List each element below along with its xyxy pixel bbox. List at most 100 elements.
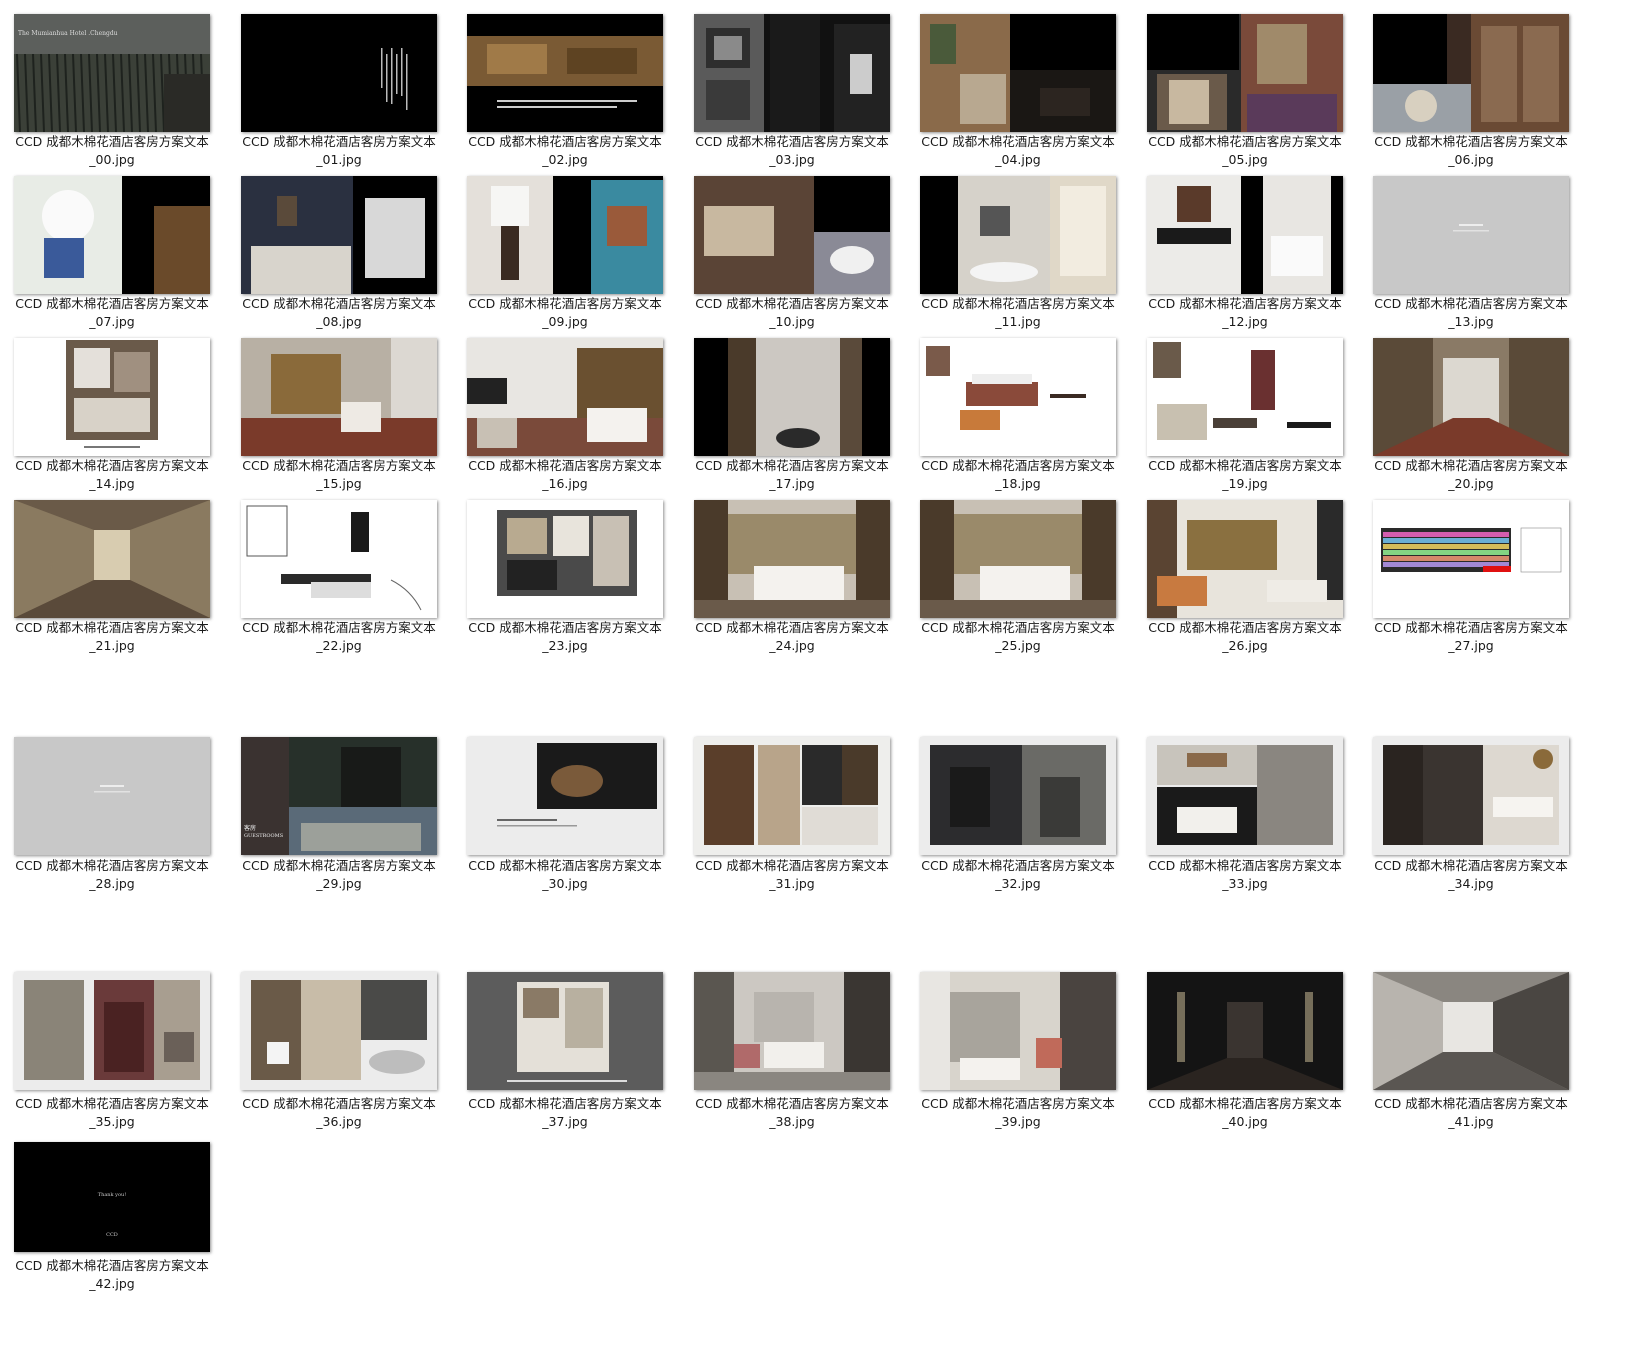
file-name[interactable]: CCD 成都木棉花酒店客房方案文本 _22.jpg: [241, 619, 437, 655]
file-name[interactable]: CCD 成都木棉花酒店客房方案文本 _28.jpg: [14, 857, 210, 893]
file-name-line1: CCD 成都木棉花酒店客房方案文本: [921, 458, 1115, 473]
file-thumbnail[interactable]: [694, 500, 890, 618]
file-name[interactable]: CCD 成都木棉花酒店客房方案文本 _25.jpg: [920, 619, 1116, 655]
file-thumbnail[interactable]: [241, 972, 437, 1090]
file-name[interactable]: CCD 成都木棉花酒店客房方案文本 _38.jpg: [694, 1095, 890, 1131]
file-name-line1: CCD 成都木棉花酒店客房方案文本: [1374, 1096, 1568, 1111]
file-thumbnail[interactable]: [14, 338, 210, 456]
file-name[interactable]: CCD 成都木棉花酒店客房方案文本 _05.jpg: [1147, 133, 1343, 169]
file-name-line1: CCD 成都木棉花酒店客房方案文本: [242, 858, 436, 873]
file-name[interactable]: CCD 成都木棉花酒店客房方案文本 _32.jpg: [920, 857, 1116, 893]
file-thumbnail[interactable]: [1373, 737, 1569, 855]
file-thumbnail[interactable]: [1147, 737, 1343, 855]
file-name[interactable]: CCD 成都木棉花酒店客房方案文本 _20.jpg: [1373, 457, 1569, 493]
file-thumbnail[interactable]: [467, 500, 663, 618]
file-name-line1: CCD 成都木棉花酒店客房方案文本: [1374, 296, 1568, 311]
file-thumbnail[interactable]: [467, 737, 663, 855]
file-thumbnail[interactable]: [241, 500, 437, 618]
file-name[interactable]: CCD 成都木棉花酒店客房方案文本 _17.jpg: [694, 457, 890, 493]
file-name-line2: _35.jpg: [89, 1114, 135, 1129]
file-name[interactable]: CCD 成都木棉花酒店客房方案文本 _00.jpg: [14, 133, 210, 169]
file-thumbnail[interactable]: [1373, 972, 1569, 1090]
file-thumbnail[interactable]: The Mumianhua Hotel .Chengdu: [14, 14, 210, 132]
file-thumbnail[interactable]: [241, 14, 437, 132]
file-thumbnail[interactable]: [467, 338, 663, 456]
file-thumbnail[interactable]: [241, 338, 437, 456]
file-name[interactable]: CCD 成都木棉花酒店客房方案文本 _12.jpg: [1147, 295, 1343, 331]
file-name[interactable]: CCD 成都木棉花酒店客房方案文本 _26.jpg: [1147, 619, 1343, 655]
file-name[interactable]: CCD 成都木棉花酒店客房方案文本 _35.jpg: [14, 1095, 210, 1131]
file-thumbnail[interactable]: [920, 338, 1116, 456]
file-thumbnail[interactable]: [1373, 500, 1569, 618]
file-name-line1: CCD 成都木棉花酒店客房方案文本: [468, 620, 662, 635]
file-name[interactable]: CCD 成都木棉花酒店客房方案文本 _01.jpg: [241, 133, 437, 169]
file-thumbnail[interactable]: [694, 176, 890, 294]
file-thumbnail[interactable]: [920, 737, 1116, 855]
file-name[interactable]: CCD 成都木棉花酒店客房方案文本 _29.jpg: [241, 857, 437, 893]
file-thumbnail[interactable]: [1373, 14, 1569, 132]
file-thumbnail[interactable]: [467, 14, 663, 132]
file-thumbnail[interactable]: [14, 972, 210, 1090]
file-name[interactable]: CCD 成都木棉花酒店客房方案文本 _23.jpg: [467, 619, 663, 655]
file-thumbnail[interactable]: [14, 737, 210, 855]
file-name[interactable]: CCD 成都木棉花酒店客房方案文本 _02.jpg: [467, 133, 663, 169]
file-thumbnail[interactable]: [694, 737, 890, 855]
file-name[interactable]: CCD 成都木棉花酒店客房方案文本 _36.jpg: [241, 1095, 437, 1131]
file-name-line2: _17.jpg: [769, 476, 815, 491]
file-thumbnail[interactable]: [1147, 14, 1343, 132]
file-name[interactable]: CCD 成都木棉花酒店客房方案文本 _42.jpg: [14, 1257, 210, 1293]
file-name[interactable]: CCD 成都木棉花酒店客房方案文本 _15.jpg: [241, 457, 437, 493]
file-name[interactable]: CCD 成都木棉花酒店客房方案文本 _41.jpg: [1373, 1095, 1569, 1131]
file-thumbnail[interactable]: [241, 176, 437, 294]
file-name[interactable]: CCD 成都木棉花酒店客房方案文本 _40.jpg: [1147, 1095, 1343, 1131]
file-thumbnail[interactable]: [694, 14, 890, 132]
file-name[interactable]: CCD 成都木棉花酒店客房方案文本 _16.jpg: [467, 457, 663, 493]
file-thumbnail[interactable]: [920, 500, 1116, 618]
file-thumbnail[interactable]: [467, 176, 663, 294]
file-name-line1: CCD 成都木棉花酒店客房方案文本: [1374, 620, 1568, 635]
file-name-line1: CCD 成都木棉花酒店客房方案文本: [921, 620, 1115, 635]
file-name[interactable]: CCD 成都木棉花酒店客房方案文本 _06.jpg: [1373, 133, 1569, 169]
file-name[interactable]: CCD 成都木棉花酒店客房方案文本 _09.jpg: [467, 295, 663, 331]
file-name[interactable]: CCD 成都木棉花酒店客房方案文本 _08.jpg: [241, 295, 437, 331]
file-name-line1: CCD 成都木棉花酒店客房方案文本: [15, 1096, 209, 1111]
file-thumbnail[interactable]: [920, 972, 1116, 1090]
file-thumbnail[interactable]: [1147, 500, 1343, 618]
file-name[interactable]: CCD 成都木棉花酒店客房方案文本 _03.jpg: [694, 133, 890, 169]
file-name[interactable]: CCD 成都木棉花酒店客房方案文本 _18.jpg: [920, 457, 1116, 493]
file-thumbnail[interactable]: [1373, 338, 1569, 456]
file-name[interactable]: CCD 成都木棉花酒店客房方案文本 _14.jpg: [14, 457, 210, 493]
file-name[interactable]: CCD 成都木棉花酒店客房方案文本 _07.jpg: [14, 295, 210, 331]
file-name[interactable]: CCD 成都木棉花酒店客房方案文本 _21.jpg: [14, 619, 210, 655]
file-name[interactable]: CCD 成都木棉花酒店客房方案文本 _19.jpg: [1147, 457, 1343, 493]
file-thumbnail[interactable]: [1373, 176, 1569, 294]
file-thumbnail[interactable]: 客房 GUESTROOMS: [241, 737, 437, 855]
file-thumbnail[interactable]: [14, 176, 210, 294]
file-name-line1: CCD 成都木棉花酒店客房方案文本: [1374, 458, 1568, 473]
file-thumbnail[interactable]: [1147, 972, 1343, 1090]
file-thumbnail[interactable]: [694, 338, 890, 456]
file-name[interactable]: CCD 成都木棉花酒店客房方案文本 _13.jpg: [1373, 295, 1569, 331]
file-thumbnail[interactable]: [694, 972, 890, 1090]
file-name-line2: _16.jpg: [542, 476, 588, 491]
file-name[interactable]: CCD 成都木棉花酒店客房方案文本 _39.jpg: [920, 1095, 1116, 1131]
file-thumbnail[interactable]: [1147, 338, 1343, 456]
file-name[interactable]: CCD 成都木棉花酒店客房方案文本 _37.jpg: [467, 1095, 663, 1131]
file-thumbnail[interactable]: Thank you! CCD: [14, 1142, 210, 1252]
file-name-line2: _06.jpg: [1448, 152, 1494, 167]
file-thumbnail[interactable]: [920, 176, 1116, 294]
file-name[interactable]: CCD 成都木棉花酒店客房方案文本 _33.jpg: [1147, 857, 1343, 893]
file-name[interactable]: CCD 成都木棉花酒店客房方案文本 _30.jpg: [467, 857, 663, 893]
file-name[interactable]: CCD 成都木棉花酒店客房方案文本 _10.jpg: [694, 295, 890, 331]
file-thumbnail[interactable]: [14, 500, 210, 618]
file-name[interactable]: CCD 成都木棉花酒店客房方案文本 _11.jpg: [920, 295, 1116, 331]
file-name[interactable]: CCD 成都木棉花酒店客房方案文本 _24.jpg: [694, 619, 890, 655]
file-name[interactable]: CCD 成都木棉花酒店客房方案文本 _34.jpg: [1373, 857, 1569, 893]
file-name-line2: _00.jpg: [89, 152, 135, 167]
file-name[interactable]: CCD 成都木棉花酒店客房方案文本 _04.jpg: [920, 133, 1116, 169]
file-name[interactable]: CCD 成都木棉花酒店客房方案文本 _31.jpg: [694, 857, 890, 893]
file-thumbnail[interactable]: [467, 972, 663, 1090]
file-thumbnail[interactable]: [920, 14, 1116, 132]
file-name[interactable]: CCD 成都木棉花酒店客房方案文本 _27.jpg: [1373, 619, 1569, 655]
file-thumbnail[interactable]: [1147, 176, 1343, 294]
